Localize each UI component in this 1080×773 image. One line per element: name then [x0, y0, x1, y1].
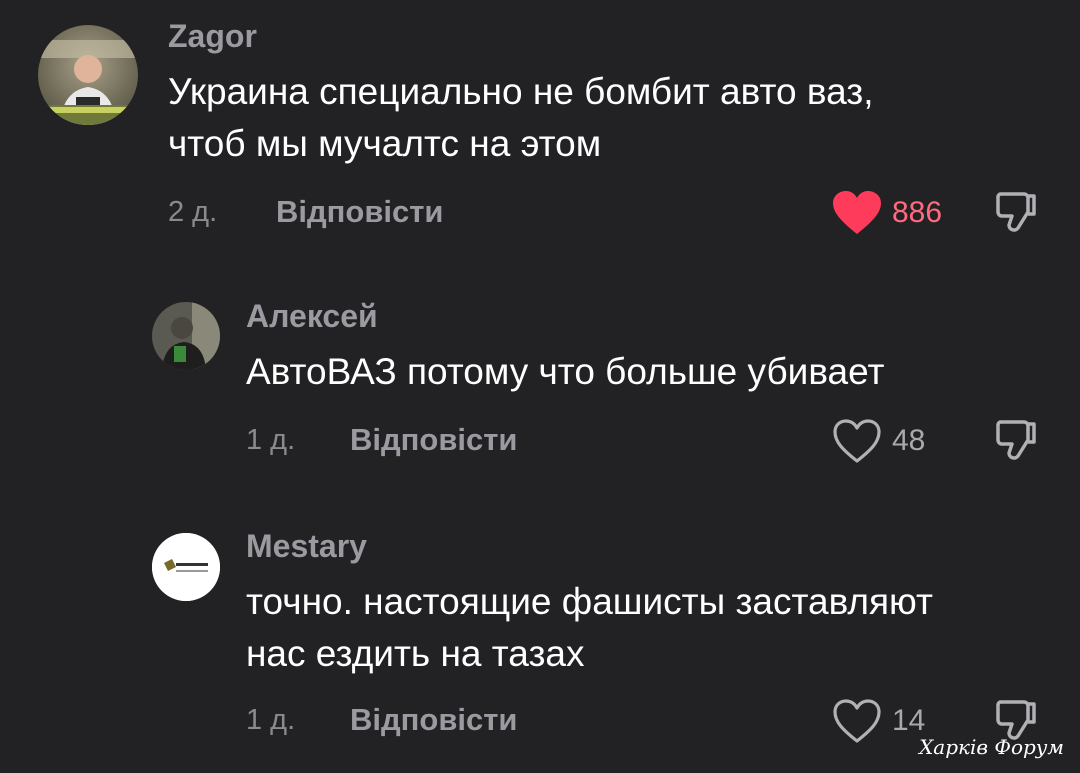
dislike-button[interactable] — [994, 418, 1038, 469]
thumbs-down-icon — [996, 192, 1036, 232]
like-button[interactable]: 14 — [832, 698, 925, 744]
comment-time: 1 д. — [246, 704, 296, 736]
like-button[interactable]: 48 — [832, 418, 925, 464]
watermark: Харків Форум — [919, 735, 1064, 759]
comment-time: 1 д. — [246, 424, 296, 456]
heart-filled-icon — [833, 191, 881, 234]
reply-button[interactable]: Відповісти — [350, 702, 518, 738]
like-button[interactable]: 886 — [832, 190, 942, 236]
user-photo-icon — [38, 25, 138, 125]
reply-button[interactable]: Відповісти — [276, 194, 444, 230]
comment-author[interactable]: Алексей — [246, 298, 378, 335]
brand-logo-icon — [152, 533, 220, 601]
dislike-button[interactable] — [994, 190, 1038, 241]
like-count: 48 — [892, 424, 926, 457]
like-count: 886 — [892, 196, 943, 229]
comment-time: 2 д. — [168, 196, 218, 228]
heart-outline-icon — [833, 419, 881, 463]
comment-author[interactable]: Zagor — [168, 18, 257, 55]
comment-author[interactable]: Mestary — [246, 528, 367, 565]
avatar[interactable] — [152, 533, 220, 601]
thumbs-down-icon — [996, 420, 1036, 460]
like-count: 14 — [892, 704, 926, 737]
heart-outline-icon — [833, 699, 881, 743]
avatar[interactable] — [38, 25, 138, 125]
avatar[interactable] — [152, 302, 220, 370]
comment-text: АвтоВАЗ потому что больше убивает — [246, 351, 885, 392]
comment-text: точно. настоящие фашисты заставляют нас … — [246, 581, 933, 674]
user-photo-icon — [152, 302, 220, 370]
comment-text: Украина специально не бомбит авто ваз, ч… — [168, 71, 874, 164]
reply-button[interactable]: Відповісти — [350, 422, 518, 458]
